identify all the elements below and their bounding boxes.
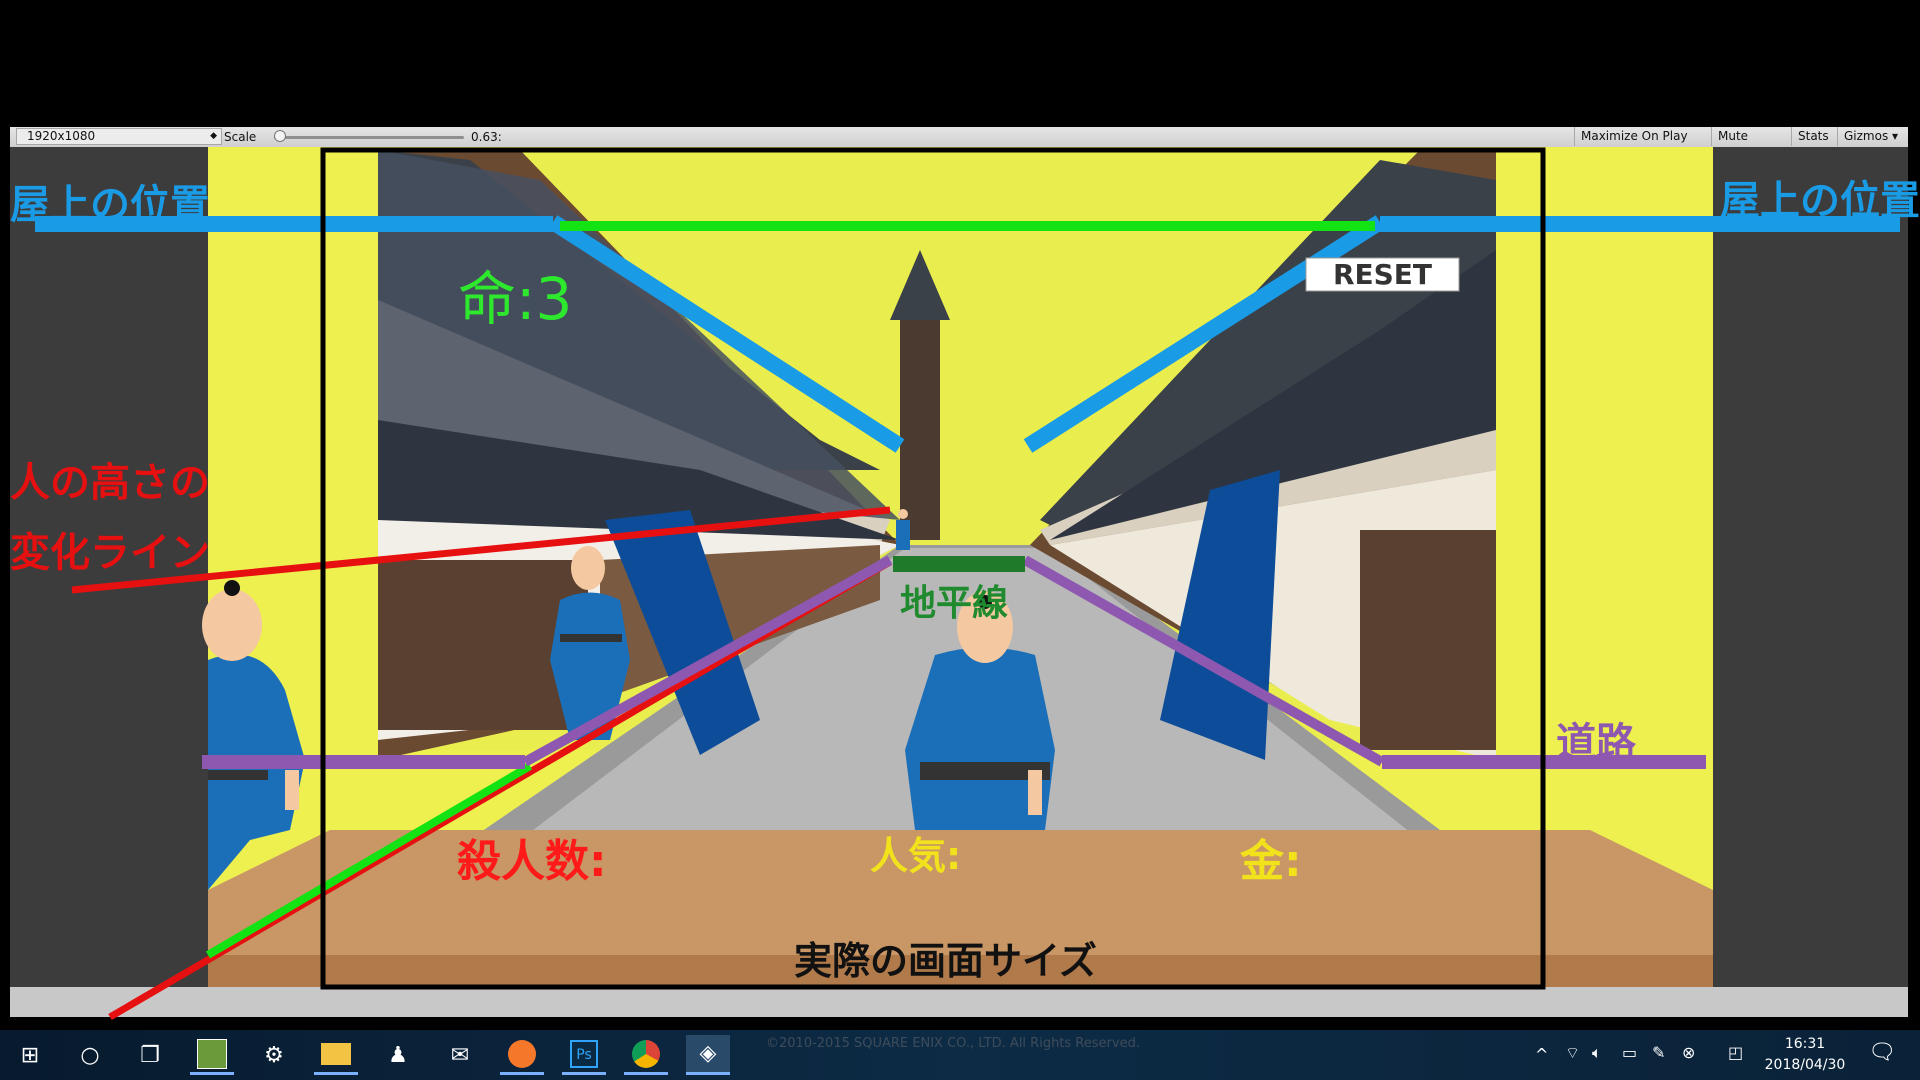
character-app-icon[interactable]: ♟ (376, 1035, 420, 1075)
rooftop-label-right: 屋上の位置 (1720, 178, 1920, 224)
notification-icon[interactable]: 🗨︎ (1868, 1040, 1896, 1065)
reset-button[interactable]: RESET (1306, 258, 1459, 291)
firefox-icon[interactable] (500, 1035, 544, 1075)
copyright-text: ©2010-2015 SQUARE ENIX CO., LTD. All Rig… (766, 1036, 1140, 1051)
task-view-icon[interactable]: ❐ (128, 1035, 172, 1075)
unity-icon[interactable]: ◈ (686, 1035, 730, 1075)
clock-date[interactable]: 2018/04/30 (1760, 1057, 1850, 1073)
network-icon[interactable]: ⌔ (1565, 1043, 1580, 1063)
kill-count-label: 殺人数: (457, 836, 607, 887)
close-circle-icon[interactable]: ⊗ (1682, 1043, 1695, 1062)
rooftop-label-left: 屋上の位置 (10, 182, 210, 228)
steam-icon[interactable]: ⚙ (252, 1035, 296, 1075)
cortana-circle-icon[interactable]: ○ (68, 1035, 112, 1075)
file-explorer-icon[interactable] (314, 1035, 358, 1075)
photoshop-icon[interactable]: Ps (562, 1035, 606, 1075)
actual-screen-size-label: 実際の画面サイズ (794, 939, 1097, 983)
clock-time[interactable]: 16:31 (1770, 1036, 1840, 1052)
money-label: 金: (1240, 836, 1302, 887)
popularity-label: 人気: (870, 834, 962, 878)
pen-icon[interactable]: ✎ (1652, 1043, 1665, 1062)
ime-icon[interactable]: ◰ (1728, 1043, 1743, 1062)
game-icon[interactable] (190, 1035, 234, 1075)
height-change-label-1: 人の高さの (10, 460, 210, 506)
horizon-label: 地平線 (900, 583, 1009, 624)
battery-icon[interactable]: ▭ (1622, 1043, 1637, 1062)
windows-start-icon[interactable]: ⊞ (8, 1035, 52, 1075)
show-hidden-icons-icon[interactable]: ^ (1535, 1045, 1548, 1064)
horizon-marker (893, 556, 1025, 572)
chrome-icon[interactable] (624, 1035, 668, 1075)
height-change-label-2: 変化ライン (10, 530, 210, 576)
life-counter: 命:3 (458, 265, 573, 333)
volume-icon[interactable]: 🔈︎ (1592, 1043, 1602, 1063)
mail-icon[interactable]: ✉ (438, 1035, 482, 1075)
game-scene (35, 147, 1900, 1021)
road-label: 道路 (1556, 720, 1636, 766)
